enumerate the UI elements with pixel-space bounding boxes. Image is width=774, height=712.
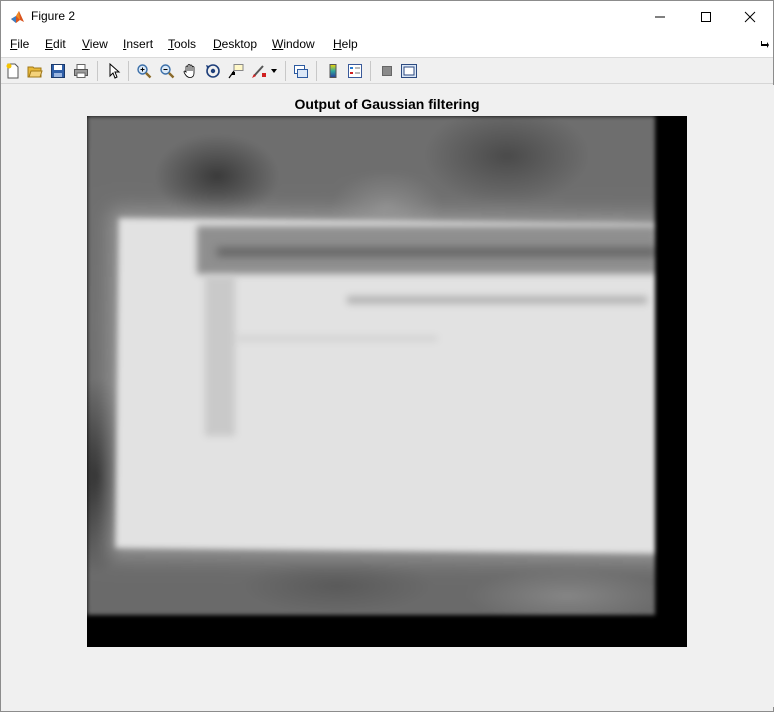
menu-edit-mnemonic: E (45, 37, 54, 51)
menu-window[interactable]: Window (272, 37, 315, 51)
dock-arrow-icon[interactable] (761, 40, 769, 48)
link-plot-button[interactable] (292, 62, 310, 80)
zoom-out-icon (160, 64, 175, 79)
maximize-icon (701, 11, 711, 22)
print-figure-icon (74, 64, 88, 78)
open-file-button[interactable] (26, 62, 44, 80)
pan-button[interactable] (181, 62, 199, 80)
new-figure-icon (6, 63, 19, 79)
figure-toolbar (1, 57, 773, 84)
brush-button[interactable] (250, 62, 268, 80)
matlab-icon (11, 11, 24, 23)
new-figure-button[interactable] (4, 62, 22, 80)
toolbar-separator (128, 61, 129, 81)
menu-desktop[interactable]: Desktop (213, 37, 257, 51)
menu-window-mnemonic: W (272, 37, 284, 51)
legend-icon (348, 64, 362, 78)
menu-tools-label: ools (174, 37, 197, 51)
image-text-blur (347, 296, 647, 304)
brush-icon (252, 65, 266, 78)
menu-desktop-label: esktop (221, 37, 258, 51)
menu-insert-label: nsert (126, 37, 154, 51)
save-figure-button[interactable] (49, 62, 67, 80)
colorbar-icon (329, 64, 337, 78)
hide-plot-tools-button[interactable] (378, 62, 396, 80)
colorbar-button[interactable] (324, 62, 342, 80)
zoom-out-button[interactable] (158, 62, 176, 80)
save-figure-icon (51, 64, 65, 78)
toolbar-separator (285, 61, 286, 81)
edit-plot-button[interactable] (105, 62, 123, 80)
image-band-line (217, 248, 655, 256)
link-plot-icon (294, 65, 308, 78)
show-plot-tools-button[interactable] (400, 62, 418, 80)
menu-edit[interactable]: Edit (45, 37, 66, 51)
menu-help-label: elp (341, 37, 358, 51)
open-file-icon (27, 66, 43, 78)
minimize-icon (655, 16, 665, 17)
rotate-3d-button[interactable] (204, 62, 222, 80)
menu-bar: File Edit View Insert Tools Desktop Wind… (1, 32, 773, 57)
pan-icon (183, 64, 195, 78)
image-text-blur (237, 336, 437, 341)
toolbar-separator (316, 61, 317, 81)
menu-file[interactable]: File (10, 37, 29, 51)
menu-help[interactable]: Help (333, 37, 358, 51)
menu-view-mnemonic: V (82, 37, 90, 51)
data-cursor-icon (228, 64, 244, 79)
legend-button[interactable] (346, 62, 364, 80)
image-axes[interactable] (87, 116, 687, 647)
menu-view-label: iew (89, 37, 108, 51)
edit-plot-icon (109, 63, 121, 79)
menu-edit-label: dit (53, 37, 66, 51)
menu-desktop-mnemonic: D (213, 37, 222, 51)
menu-window-label: indow (283, 37, 315, 51)
toolbar-separator (370, 61, 371, 81)
close-button[interactable] (727, 1, 773, 32)
minimize-button[interactable] (637, 1, 683, 32)
image-column-region (205, 276, 235, 436)
chevron-down-icon (271, 69, 277, 73)
plot-title: Output of Gaussian filtering (294, 96, 480, 112)
menu-help-mnemonic: H (333, 37, 342, 51)
maximize-button[interactable] (683, 1, 729, 32)
menu-tools[interactable]: Tools (168, 37, 196, 51)
figure-window: Figure 2 File Edit View Insert Tools Des… (0, 0, 774, 712)
window-title: Figure 2 (31, 9, 76, 23)
rotate-3d-icon (206, 64, 220, 78)
close-icon (744, 11, 756, 22)
zoom-in-icon (137, 64, 152, 79)
toolbar-separator (97, 61, 98, 81)
brush-dropdown[interactable] (269, 62, 279, 80)
filtered-image (87, 116, 655, 615)
title-bar[interactable]: Figure 2 (1, 1, 773, 32)
menu-file-label: ile (17, 37, 30, 51)
menu-insert[interactable]: Insert (123, 37, 153, 51)
print-figure-button[interactable] (72, 62, 90, 80)
zoom-in-button[interactable] (135, 62, 153, 80)
show-plot-tools-icon (401, 64, 417, 78)
menu-view[interactable]: View (82, 37, 108, 51)
data-cursor-button[interactable] (227, 62, 245, 80)
hide-plot-tools-icon (382, 66, 392, 76)
